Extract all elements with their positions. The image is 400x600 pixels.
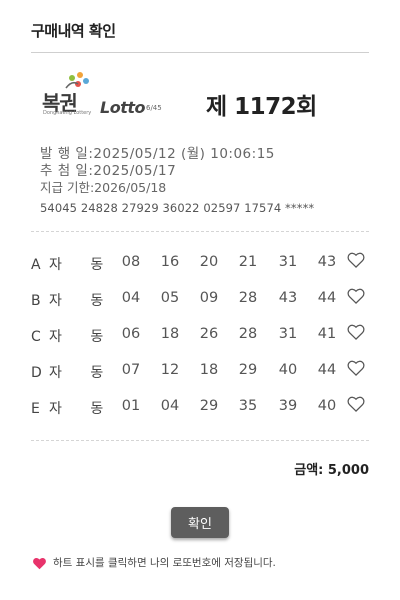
game-number: 18 [199,362,219,378]
game-number: 39 [278,398,298,414]
game-number: 41 [317,326,337,342]
game-letter: E [31,401,40,417]
heart-outline-icon[interactable] [346,394,366,414]
game-number: 09 [199,290,219,306]
game-number: 26 [199,326,219,342]
payment-deadline: 지급 기한:2026/05/18 [40,180,167,195]
game-label: A자 동 [31,254,115,274]
game-mode: 자 동 [49,257,116,273]
confirm-button[interactable]: 확인 [171,507,229,538]
game-letter: A [31,257,41,273]
heart-outline-icon[interactable] [346,286,366,306]
game-number: 12 [160,362,180,378]
page-title: 구매내역 확인 [31,22,116,40]
game-number: 43 [278,290,298,306]
game-mode: 자 동 [49,329,116,345]
game-number: 20 [199,254,219,270]
game-row-b: B 자 동 04 05 09 28 43 44 [31,284,371,320]
heart-outline-icon[interactable] [346,250,366,270]
game-letter: C [31,329,41,345]
game-label: C자 동 [31,326,115,346]
save-hint-text: 하트 표시를 클릭하면 나의 로또번호에 저장됩니다. [53,557,276,569]
game-number: 28 [238,290,258,306]
logo-brand-subtext: Donghaeng Lottery [43,110,92,116]
game-mode: 자 동 [49,293,116,309]
game-row-d: D 자 동 07 12 18 29 40 44 [31,356,371,392]
save-hint: 하트 표시를 클릭하면 나의 로또번호에 저장됩니다. [32,555,276,570]
game-mode: 자 동 [49,401,116,417]
game-number: 05 [160,290,180,306]
game-number: 43 [317,254,337,270]
game-number: 40 [278,362,298,378]
game-letter: D [31,365,42,381]
purchase-amount: 금액: 5,000 [294,463,369,478]
game-number: 44 [317,290,337,306]
game-number: 04 [160,398,180,414]
ticket-serial-number: 54045 24828 27929 36022 02597 17574 ****… [40,201,315,215]
game-number: 44 [317,362,337,378]
game-number: 06 [121,326,141,342]
logo-lotto-text: Lotto [100,98,145,117]
divider-top [31,231,369,232]
game-number: 29 [199,398,219,414]
game-label: D자 동 [31,362,115,382]
game-number: 31 [278,254,298,270]
game-label: E자 동 [31,398,115,418]
game-row-e: E 자 동 01 04 29 35 39 40 [31,392,371,428]
divider-bottom [31,440,369,441]
heart-outline-icon[interactable] [346,358,366,378]
game-number: 31 [278,326,298,342]
heart-filled-icon [33,557,46,569]
game-number: 18 [160,326,180,342]
game-number: 28 [238,326,258,342]
game-number: 16 [160,254,180,270]
game-number: 04 [121,290,141,306]
game-number: 21 [238,254,258,270]
game-label: B자 동 [31,290,115,310]
draw-date: 추 첨 일:2025/05/17 [40,163,177,179]
game-mode: 자 동 [49,365,116,381]
game-number: 35 [238,398,258,414]
header-divider [31,52,369,53]
game-number: 40 [317,398,337,414]
game-list: A 자 동 08 16 20 21 31 43 B 자 동 04 05 09 28 … [31,248,371,428]
game-letter: B [31,293,41,309]
game-number: 29 [238,362,258,378]
heart-outline-icon[interactable] [346,322,366,342]
round-title: 제 1172회 [206,94,317,120]
game-row-a: A 자 동 08 16 20 21 31 43 [31,248,371,284]
lotto-logo: 복권 Donghaeng Lottery Lotto 6/45 [42,70,192,125]
game-number: 07 [121,362,141,378]
game-number: 08 [121,254,141,270]
game-number: 01 [121,398,141,414]
logo-lotto-subtext: 6/45 [146,104,162,112]
game-row-c: C 자 동 06 18 26 28 31 41 [31,320,371,356]
